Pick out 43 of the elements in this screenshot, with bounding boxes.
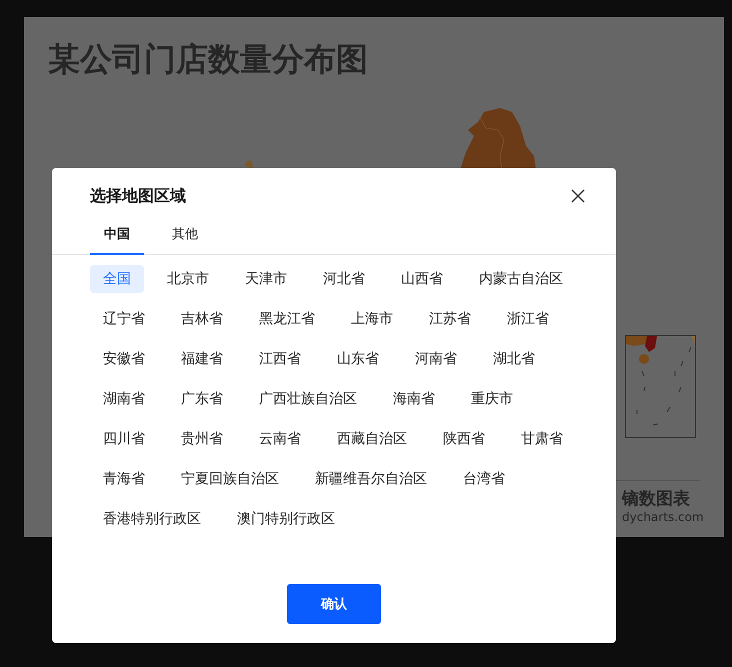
dialog-title: 选择地图区域	[90, 186, 186, 206]
region-option[interactable]: 黑龙江省	[246, 305, 328, 333]
region-option[interactable]: 重庆市	[458, 385, 526, 413]
region-option[interactable]: 浙江省	[494, 305, 562, 333]
region-option[interactable]: 新疆维吾尔自治区	[302, 465, 440, 493]
region-option[interactable]: 西藏自治区	[324, 425, 420, 453]
confirm-button[interactable]: 确认	[287, 584, 381, 624]
region-option[interactable]: 吉林省	[168, 305, 236, 333]
region-option[interactable]: 湖北省	[480, 345, 548, 373]
region-option[interactable]: 福建省	[168, 345, 236, 373]
region-option[interactable]: 河南省	[402, 345, 470, 373]
region-option[interactable]: 宁夏回族自治区	[168, 465, 292, 493]
region-option[interactable]: 北京市	[154, 265, 222, 293]
region-option[interactable]: 江西省	[246, 345, 314, 373]
region-option[interactable]: 广东省	[168, 385, 236, 413]
region-option[interactable]: 广西壮族自治区	[246, 385, 370, 413]
region-option[interactable]: 湖南省	[90, 385, 158, 413]
region-option[interactable]: 全国	[90, 265, 144, 293]
region-option[interactable]: 四川省	[90, 425, 158, 453]
region-option[interactable]: 澳门特别行政区	[224, 505, 348, 533]
logo-text: 镝数图表	[622, 488, 690, 510]
tab[interactable]: 中国	[90, 226, 144, 255]
region-option[interactable]: 台湾省	[450, 465, 518, 493]
region-option[interactable]: 上海市	[338, 305, 406, 333]
logo-url: dycharts.com	[622, 510, 704, 524]
region-option[interactable]: 青海省	[90, 465, 158, 493]
tab[interactable]: 其他	[158, 226, 212, 255]
region-option[interactable]: 山东省	[324, 345, 392, 373]
region-option[interactable]: 甘肃省	[508, 425, 576, 453]
region-option[interactable]: 内蒙古自治区	[466, 265, 576, 293]
region-option[interactable]: 山西省	[388, 265, 456, 293]
region-option[interactable]: 辽宁省	[90, 305, 158, 333]
region-option[interactable]: 安徽省	[90, 345, 158, 373]
region-option[interactable]: 江苏省	[416, 305, 484, 333]
region-option[interactable]: 海南省	[380, 385, 448, 413]
region-option[interactable]: 陕西省	[430, 425, 498, 453]
chart-title: 某公司门店数量分布图	[47, 39, 368, 80]
region-option[interactable]: 贵州省	[168, 425, 236, 453]
region-option[interactable]: 天津市	[232, 265, 300, 293]
region-option[interactable]: 香港特别行政区	[90, 505, 214, 533]
close-icon[interactable]	[570, 188, 586, 204]
region-option[interactable]: 云南省	[246, 425, 314, 453]
region-option[interactable]: 河北省	[310, 265, 378, 293]
